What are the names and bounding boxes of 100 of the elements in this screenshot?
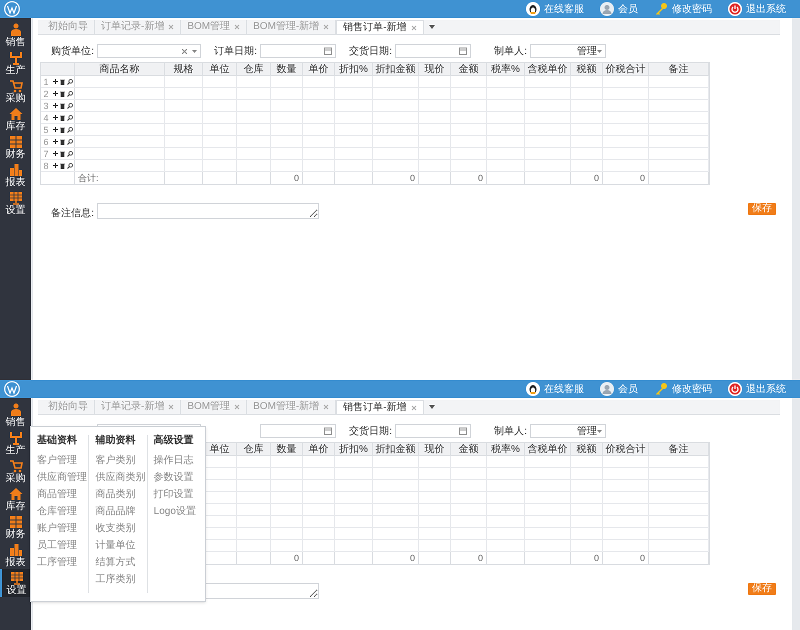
field-label: 备注信息: xyxy=(50,206,94,221)
row-number: 8 xyxy=(42,160,50,171)
header-link[interactable]: 在线客服 xyxy=(526,2,584,16)
menu-heading: 基础资料 xyxy=(37,435,78,447)
fork-icon xyxy=(8,50,22,64)
tab[interactable]: 初始向导 xyxy=(42,400,95,414)
menu-item[interactable]: 结算方式 xyxy=(95,557,147,569)
menu-item[interactable]: 商品品牌 xyxy=(95,506,147,518)
select-field[interactable]: 管理 xyxy=(530,424,606,438)
save-button[interactable]: 保存 xyxy=(748,583,776,595)
menu-item[interactable]: 工序类别 xyxy=(95,574,147,586)
sidebar-item[interactable]: 销售 xyxy=(0,21,31,49)
tab[interactable]: 订单记录-新增 xyxy=(95,20,182,34)
header-link[interactable]: 退出系统 xyxy=(728,382,786,396)
sidebar-item[interactable]: 设置 xyxy=(0,189,31,217)
tab[interactable]: BOM管理 xyxy=(181,20,248,34)
header-link[interactable]: 会员 xyxy=(600,382,638,396)
menu-item[interactable]: Logo设置 xyxy=(154,506,205,518)
column-header: 折扣% xyxy=(335,443,373,455)
tab[interactable]: 订单记录-新增 xyxy=(95,400,182,414)
menu-item[interactable]: 员工管理 xyxy=(37,540,88,552)
field-label: 制单人: xyxy=(493,424,527,438)
date-field[interactable] xyxy=(395,424,471,438)
column-header: 现价 xyxy=(419,443,451,455)
menu-item[interactable]: 供应商管理 xyxy=(37,472,88,484)
search-icon xyxy=(67,126,73,132)
menu-item[interactable]: 计量单位 xyxy=(95,540,147,552)
tab[interactable]: BOM管理 xyxy=(181,400,248,414)
sidebar-item[interactable]: 报表 xyxy=(0,161,31,189)
header-link[interactable]: 修改密码 xyxy=(654,382,712,396)
search-icon xyxy=(67,90,73,96)
menu-item[interactable]: 商品管理 xyxy=(37,489,88,501)
total-cell: 0 xyxy=(571,172,603,184)
sidebar-item[interactable]: 生产 xyxy=(0,429,31,457)
field-label: 制单人: xyxy=(493,44,527,58)
caret-icon xyxy=(428,25,435,29)
plus-icon xyxy=(53,91,58,96)
column-header: 金额 xyxy=(451,63,487,75)
remark-field[interactable] xyxy=(97,203,319,219)
column-header: 折扣% xyxy=(335,63,373,75)
tab[interactable]: 销售订单-新增 xyxy=(336,20,424,34)
trash-icon xyxy=(60,102,65,108)
monitor-icon xyxy=(10,570,24,584)
combo-field[interactable] xyxy=(97,44,201,58)
sidebar-item[interactable]: 库存 xyxy=(0,105,31,133)
trash-icon xyxy=(60,114,65,120)
menu-item[interactable]: 供应商类别 xyxy=(95,472,147,484)
sidebar-item[interactable]: 报表 xyxy=(0,541,31,569)
date-field[interactable] xyxy=(260,424,336,438)
select-field[interactable]: 管理 xyxy=(530,44,606,58)
column-header: 税额 xyxy=(571,63,603,75)
cart-icon xyxy=(8,78,22,92)
row-number: 4 xyxy=(42,112,50,123)
tab[interactable]: 初始向导 xyxy=(42,20,95,34)
menu-item[interactable]: 商品类别 xyxy=(95,489,147,501)
save-button[interactable]: 保存 xyxy=(748,203,776,215)
menu-item[interactable]: 参数设置 xyxy=(154,472,205,484)
header-link[interactable]: 修改密码 xyxy=(654,2,712,16)
menu-item[interactable]: 账户管理 xyxy=(37,523,88,535)
column-header: 金额 xyxy=(451,443,487,455)
calendar-icon xyxy=(324,427,332,435)
trash-icon xyxy=(60,90,65,96)
house-icon xyxy=(8,486,22,500)
caret-icon xyxy=(597,50,602,52)
penguin-icon xyxy=(526,2,540,16)
column-header: 数量 xyxy=(271,443,303,455)
total-cell: 0 xyxy=(271,552,303,564)
menu-item[interactable]: 收支类别 xyxy=(95,523,147,535)
column-header: 含税单价 xyxy=(525,63,571,75)
date-field[interactable] xyxy=(395,44,471,58)
plus-icon xyxy=(53,127,58,132)
column-header: 价税合计 xyxy=(603,63,649,75)
search-icon xyxy=(67,102,73,108)
calendar-icon xyxy=(459,427,467,435)
power-icon xyxy=(728,382,742,396)
header-link[interactable]: 在线客服 xyxy=(526,382,584,396)
menu-item[interactable]: 操作日志 xyxy=(154,455,205,467)
menu-item[interactable]: 客户类别 xyxy=(95,455,147,467)
menu-item[interactable]: 客户管理 xyxy=(37,455,88,467)
total-cell: 0 xyxy=(373,552,419,564)
sidebar-item[interactable]: 采购 xyxy=(0,77,31,105)
date-field[interactable] xyxy=(260,44,336,58)
column-header: 税额 xyxy=(571,443,603,455)
sidebar-item[interactable]: 设置 xyxy=(0,569,31,597)
total-cell: 0 xyxy=(571,552,603,564)
chart-icon xyxy=(8,542,22,556)
sidebar-item[interactable]: 采购 xyxy=(0,457,31,485)
column-header: 现价 xyxy=(419,63,451,75)
menu-item[interactable]: 工序管理 xyxy=(37,557,88,569)
menu-item[interactable]: 打印设置 xyxy=(154,489,205,501)
caret-icon xyxy=(597,430,602,432)
tab[interactable]: 销售订单-新增 xyxy=(336,400,424,414)
sidebar-item[interactable]: 销售 xyxy=(0,401,31,429)
sidebar-item[interactable]: 财务 xyxy=(0,133,31,161)
header-link[interactable]: 退出系统 xyxy=(728,2,786,16)
chart-icon xyxy=(8,162,22,176)
header-link[interactable]: 会员 xyxy=(600,2,638,16)
column-header: 备注 xyxy=(649,443,709,455)
menu-item[interactable]: 仓库管理 xyxy=(37,506,88,518)
sidebar-item[interactable]: 生产 xyxy=(0,49,31,77)
